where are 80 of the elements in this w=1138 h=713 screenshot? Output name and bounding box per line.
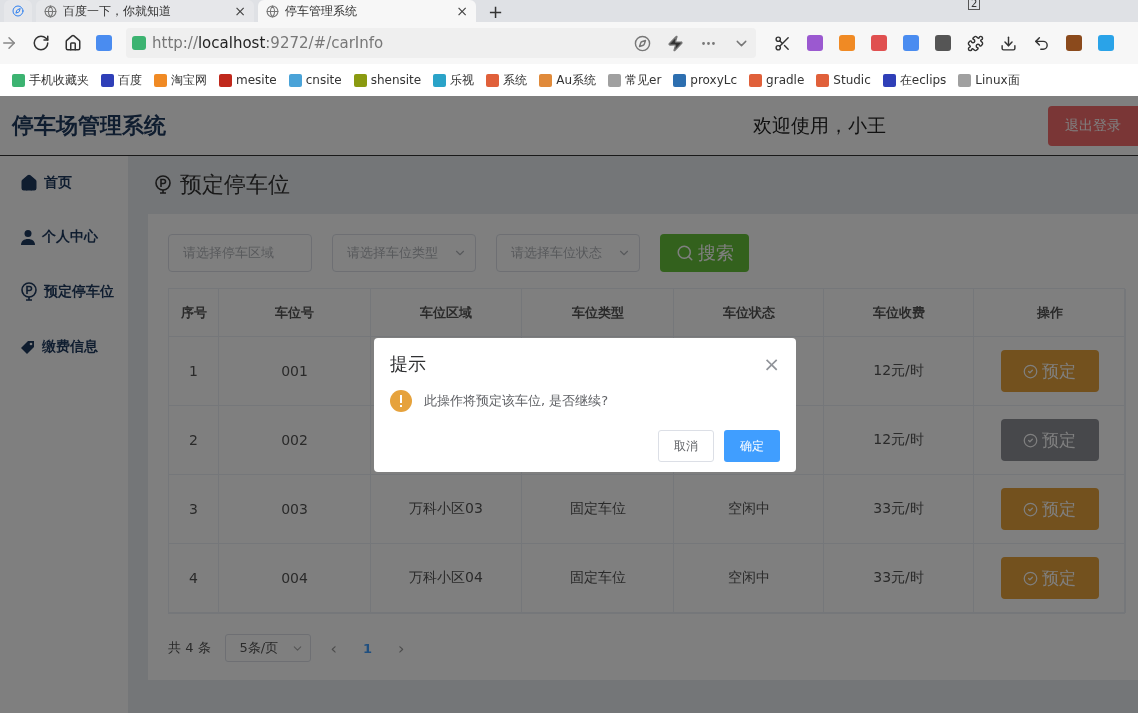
bookmark-link[interactable]: 系统 bbox=[486, 71, 528, 89]
column-header: 车位类型 bbox=[571, 303, 624, 322]
new-tab-button[interactable]: + bbox=[480, 0, 512, 22]
menu-item[interactable]: 预定停车位 bbox=[44, 283, 114, 301]
lightning-icon[interactable] bbox=[667, 34, 684, 52]
table-cell: 12元/时 bbox=[873, 362, 924, 380]
table-cell: 12元/时 bbox=[873, 431, 924, 449]
column-header: 车位收费 bbox=[872, 303, 925, 322]
bookmark-link[interactable]: Au系统 bbox=[539, 71, 596, 89]
table-cell: 万科小区04 bbox=[409, 569, 483, 587]
bookmark-link[interactable]: 乐视 bbox=[433, 71, 475, 89]
table-cell: 万科小区03 bbox=[409, 500, 483, 518]
table-cell: 001 bbox=[281, 363, 308, 379]
warning-icon bbox=[390, 390, 412, 412]
bookmark-link[interactable]: 淘宝网 bbox=[154, 71, 207, 89]
puzzle-icon[interactable] bbox=[967, 34, 984, 52]
app-title: 停车场管理系统 bbox=[12, 111, 166, 140]
table-cell: 33元/时 bbox=[873, 500, 924, 518]
bookmark-link[interactable]: 在eclips bbox=[882, 71, 947, 89]
scissors-icon[interactable] bbox=[774, 34, 791, 52]
dialog-title: 提示 bbox=[390, 352, 426, 376]
table-cell: 002 bbox=[281, 432, 308, 448]
table-cell: 1 bbox=[189, 363, 198, 379]
browser-tab[interactable]: 停车管理系统 × bbox=[258, 0, 476, 22]
table-cell: 33元/时 bbox=[873, 569, 924, 587]
tag-icon bbox=[20, 339, 36, 355]
table-cell: 003 bbox=[281, 501, 308, 517]
welcome-text: 欢迎使用，小王 bbox=[753, 112, 886, 138]
parking-icon bbox=[20, 282, 38, 302]
bookmark-link[interactable]: 常见er bbox=[608, 71, 662, 89]
table-cell: 固定车位 bbox=[569, 500, 626, 518]
page-title: 预定停车位 bbox=[180, 171, 290, 199]
window-count: 2 bbox=[968, 0, 981, 10]
check-circle-icon bbox=[1023, 501, 1038, 517]
undo-icon[interactable] bbox=[1033, 34, 1050, 52]
bookmark-link[interactable]: proxyLc bbox=[673, 73, 738, 87]
menu-item[interactable]: 缴费信息 bbox=[42, 338, 98, 356]
check-circle-icon bbox=[1023, 363, 1038, 379]
table-cell: 空闲中 bbox=[727, 569, 770, 587]
bookmark-link[interactable]: Linux面 bbox=[958, 71, 1020, 89]
menu-item[interactable]: 个人中心 bbox=[42, 228, 98, 246]
column-header: 车位号 bbox=[275, 303, 314, 322]
cancel-button[interactable]: 取消 bbox=[658, 430, 714, 462]
bookmark-link[interactable]: Studic bbox=[816, 73, 871, 87]
column-header: 车位状态 bbox=[722, 303, 775, 322]
globe-icon bbox=[266, 4, 279, 18]
check-circle-icon bbox=[1023, 432, 1038, 448]
menu-item[interactable]: 首页 bbox=[44, 174, 72, 192]
parking-icon bbox=[154, 175, 172, 195]
browser-icon[interactable] bbox=[12, 4, 24, 18]
total-count: 共 4 条 bbox=[168, 639, 211, 657]
bookmark-link[interactable]: gradle bbox=[749, 73, 805, 87]
forward-icon[interactable] bbox=[0, 34, 18, 52]
address-field[interactable]: http://localhost:9272/#/carInfo bbox=[126, 28, 756, 58]
home-icon bbox=[20, 174, 38, 192]
table-cell: 3 bbox=[189, 501, 198, 517]
dialog-message: 此操作将预定该车位, 是否继续? bbox=[424, 392, 609, 410]
search-icon bbox=[675, 244, 694, 262]
compass-icon[interactable] bbox=[634, 34, 651, 52]
bookmark-link[interactable]: 手机收藏夹 bbox=[12, 71, 89, 89]
browser-tab[interactable]: 百度一下，你就知道 × bbox=[36, 0, 254, 22]
bookmark-link[interactable]: mesite bbox=[219, 73, 277, 87]
column-header: 序号 bbox=[180, 303, 207, 322]
bookmark-link[interactable]: shensite bbox=[353, 73, 422, 87]
bookmark-link[interactable]: 百度 bbox=[101, 71, 142, 89]
check-circle-icon bbox=[1023, 570, 1038, 586]
page-size-select[interactable]: 5条/页 bbox=[224, 634, 311, 662]
table-cell: 004 bbox=[281, 570, 308, 586]
download-icon[interactable] bbox=[1000, 34, 1017, 52]
table-cell: 2 bbox=[189, 432, 198, 448]
table-cell: 空闲中 bbox=[727, 500, 770, 518]
user-icon bbox=[20, 229, 36, 245]
home-icon[interactable] bbox=[64, 34, 82, 52]
column-header: 车位区域 bbox=[420, 303, 472, 322]
bookmark-link[interactable]: cnsite bbox=[288, 73, 342, 87]
table-cell: 固定车位 bbox=[569, 569, 626, 587]
reload-icon[interactable] bbox=[32, 34, 50, 52]
column-header: 操作 bbox=[1036, 303, 1063, 322]
globe-icon bbox=[44, 4, 57, 18]
table-cell: 4 bbox=[189, 570, 198, 586]
